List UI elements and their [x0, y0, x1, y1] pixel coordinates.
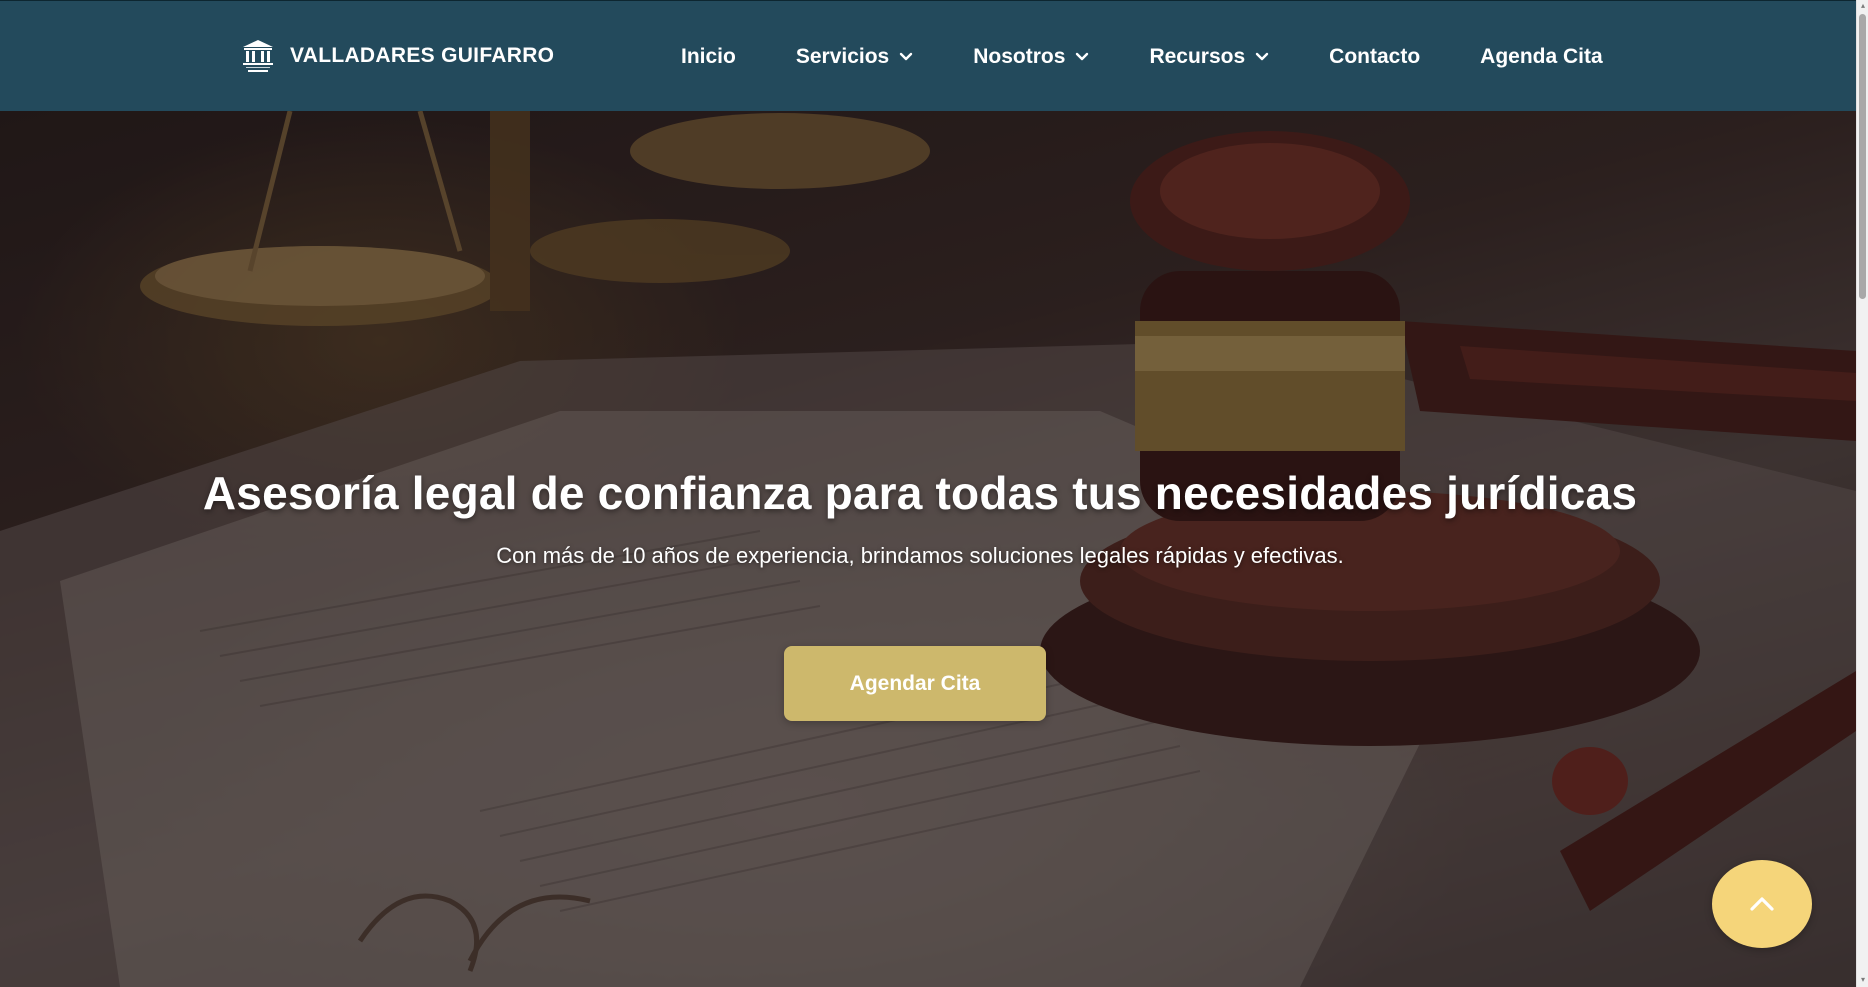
main-nav: Inicio Servicios Nosotros Recursos Conta…: [681, 1, 1603, 112]
chevron-down-icon: [900, 52, 913, 60]
back-to-top-button[interactable]: [1712, 860, 1812, 948]
brand[interactable]: VALLADARES GUIFARRO: [240, 35, 554, 77]
site-header: VALLADARES GUIFARRO Inicio Servicios Nos…: [0, 0, 1856, 111]
scrollbar-thumb[interactable]: [1859, 14, 1866, 299]
nav-item-label: Recursos: [1149, 44, 1246, 68]
nav-item-label: Agenda Cita: [1480, 44, 1603, 68]
scroll-up-arrow-icon[interactable]: ▴: [1859, 2, 1867, 10]
nav-item-inicio[interactable]: Inicio: [681, 45, 736, 69]
nav-item-label: Servicios: [795, 44, 890, 68]
nav-item-label: Contacto: [1329, 44, 1421, 68]
nav-item-label: Nosotros: [973, 44, 1066, 68]
chevron-down-icon: [1255, 52, 1269, 60]
vertical-scrollbar[interactable]: ▴ ▾: [1856, 0, 1868, 987]
hero-content: Asesoría legal de confianza para todas t…: [0, 111, 1856, 987]
page-viewport: VALLADARES GUIFARRO Inicio Servicios Nos…: [0, 0, 1856, 987]
nav-item-recursos[interactable]: Recursos: [1149, 45, 1269, 69]
schedule-appointment-button[interactable]: Agendar Cita: [784, 646, 1046, 721]
nav-item-nosotros[interactable]: Nosotros: [973, 45, 1089, 69]
hero-section: Asesoría legal de confianza para todas t…: [0, 111, 1856, 987]
nav-item-label: Inicio: [681, 44, 736, 68]
brand-name: VALLADARES GUIFARRO: [290, 44, 555, 67]
chevron-up-icon: [1750, 897, 1774, 911]
hero-title: Asesoría legal de confianza para todas t…: [202, 467, 1638, 519]
nav-item-contacto[interactable]: Contacto: [1329, 45, 1420, 69]
chevron-down-icon: [1076, 52, 1089, 60]
courthouse-icon: [243, 40, 273, 72]
nav-item-agenda-cita[interactable]: Agenda Cita: [1480, 45, 1603, 69]
scroll-down-arrow-icon[interactable]: ▾: [1859, 976, 1867, 984]
hero-subtitle: Con más de 10 años de experiencia, brind…: [496, 543, 1344, 568]
nav-item-servicios[interactable]: Servicios: [796, 45, 913, 69]
